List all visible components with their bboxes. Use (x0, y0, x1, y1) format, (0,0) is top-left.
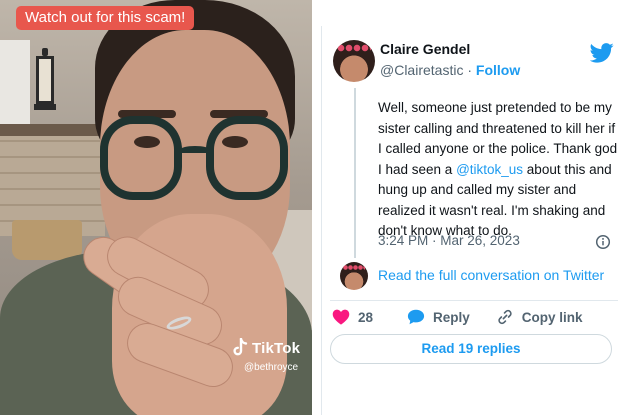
tiktok-note-icon (233, 338, 248, 356)
like-button[interactable]: 28 (332, 308, 373, 326)
divider-line (330, 300, 618, 301)
tiktok-brand-label: TikTok (252, 339, 301, 357)
avatar[interactable] (333, 40, 375, 82)
read-conversation-link[interactable]: Read the full conversation on Twitter (378, 267, 604, 283)
author-handle[interactable]: @Clairetastic (380, 62, 463, 78)
glasses-left-lens (100, 116, 182, 200)
copy-link-button[interactable]: Copy link (496, 308, 583, 326)
thread-line (354, 88, 356, 258)
tiktok-watermark: TikTok (232, 337, 300, 359)
panel-divider (312, 0, 321, 415)
tiktok-username: @bethroyce (244, 362, 299, 373)
speech-bubble-icon (407, 309, 425, 325)
like-count: 28 (358, 309, 374, 325)
heart-icon (332, 309, 350, 325)
author-handle-row: @Clairetastic · Follow (380, 62, 520, 78)
tiktok-video-frame[interactable]: Watch out for this scam! TikTok @bethroy… (0, 0, 312, 415)
mention-link[interactable]: @tiktok_us (456, 162, 523, 177)
basket (12, 220, 82, 260)
separator-dot: · (463, 62, 476, 78)
copy-link-label: Copy link (521, 309, 583, 325)
fireplace-mantel (0, 124, 110, 136)
glasses-bridge (180, 146, 210, 154)
follow-link[interactable]: Follow (476, 62, 520, 78)
avatar-small[interactable] (340, 262, 368, 290)
reply-label: Reply (433, 309, 470, 325)
twitter-bird-icon[interactable] (590, 42, 614, 64)
read-replies-button[interactable]: Read 19 replies (330, 334, 612, 364)
tweet-card: Claire Gendel @Clairetastic · Follow Wel… (321, 26, 625, 415)
video-caption: Watch out for this scam! (16, 6, 195, 30)
lantern (34, 48, 56, 110)
tweet-timestamp[interactable]: 3:24 PM · Mar 26, 2023 (378, 233, 520, 248)
reply-button[interactable]: Reply (407, 308, 470, 326)
link-icon (498, 309, 512, 325)
glasses-right-lens (206, 116, 288, 200)
info-icon[interactable] (595, 234, 611, 250)
tweet-actions: 28 Reply Copy link (332, 306, 583, 328)
tweet-text: Well, someone just pretended to be my si… (378, 98, 622, 242)
author-name[interactable]: Claire Gendel (380, 41, 470, 57)
